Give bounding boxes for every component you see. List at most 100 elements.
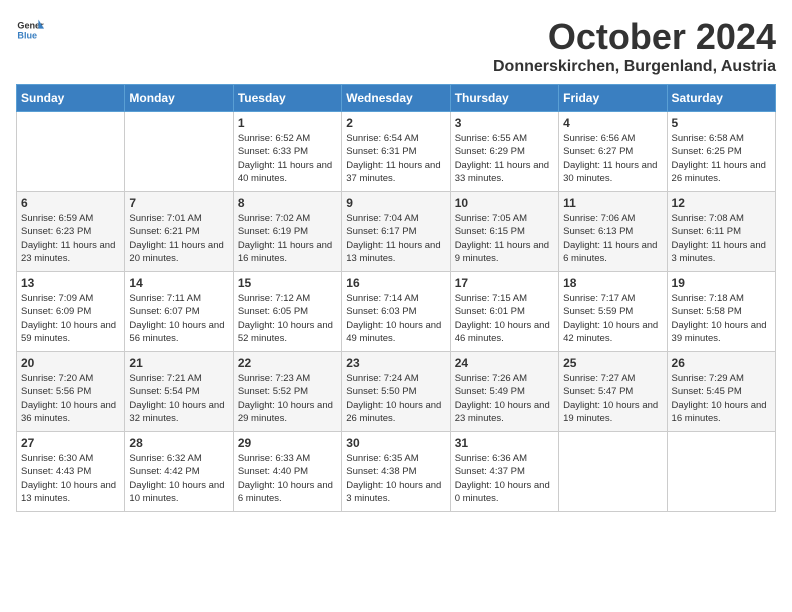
- day-cell: 1 Sunrise: 6:52 AM Sunset: 6:33 PM Daylig…: [233, 112, 341, 192]
- day-number: 7: [129, 196, 228, 210]
- day-number: 28: [129, 436, 228, 450]
- day-info: Sunrise: 6:33 AM Sunset: 4:40 PM Dayligh…: [238, 452, 337, 505]
- day-info: Sunrise: 7:23 AM Sunset: 5:52 PM Dayligh…: [238, 372, 337, 425]
- calendar-body: 1 Sunrise: 6:52 AM Sunset: 6:33 PM Daylig…: [17, 112, 776, 512]
- day-info: Sunrise: 7:08 AM Sunset: 6:11 PM Dayligh…: [672, 212, 771, 265]
- day-info: Sunrise: 7:26 AM Sunset: 5:49 PM Dayligh…: [455, 372, 554, 425]
- day-info: Sunrise: 7:05 AM Sunset: 6:15 PM Dayligh…: [455, 212, 554, 265]
- day-cell: 15 Sunrise: 7:12 AM Sunset: 6:05 PM Dayli…: [233, 272, 341, 352]
- day-number: 2: [346, 116, 445, 130]
- day-header-tuesday: Tuesday: [233, 85, 341, 112]
- day-cell: 14 Sunrise: 7:11 AM Sunset: 6:07 PM Dayli…: [125, 272, 233, 352]
- day-info: Sunrise: 6:30 AM Sunset: 4:43 PM Dayligh…: [21, 452, 120, 505]
- header: General Blue October 2024 Donnerskirchen…: [16, 16, 776, 76]
- day-number: 19: [672, 276, 771, 290]
- day-cell: 30 Sunrise: 6:35 AM Sunset: 4:38 PM Dayli…: [342, 432, 450, 512]
- day-number: 10: [455, 196, 554, 210]
- day-info: Sunrise: 6:55 AM Sunset: 6:29 PM Dayligh…: [455, 132, 554, 185]
- day-number: 24: [455, 356, 554, 370]
- day-number: 9: [346, 196, 445, 210]
- day-number: 21: [129, 356, 228, 370]
- day-cell: 27 Sunrise: 6:30 AM Sunset: 4:43 PM Dayli…: [17, 432, 125, 512]
- day-number: 31: [455, 436, 554, 450]
- day-number: 15: [238, 276, 337, 290]
- day-cell: 25 Sunrise: 7:27 AM Sunset: 5:47 PM Dayli…: [559, 352, 667, 432]
- day-info: Sunrise: 7:09 AM Sunset: 6:09 PM Dayligh…: [21, 292, 120, 345]
- day-info: Sunrise: 7:21 AM Sunset: 5:54 PM Dayligh…: [129, 372, 228, 425]
- day-number: 26: [672, 356, 771, 370]
- day-cell: 23Sunrise: 7:24 AM Sunset: 5:50 PM Dayli…: [342, 352, 450, 432]
- location-title: Donnerskirchen, Burgenland, Austria: [493, 58, 776, 76]
- day-cell: 20 Sunrise: 7:20 AM Sunset: 5:56 PM Dayli…: [17, 352, 125, 432]
- day-cell: 8Sunrise: 7:02 AM Sunset: 6:19 PM Daylig…: [233, 192, 341, 272]
- day-cell: 9 Sunrise: 7:04 AM Sunset: 6:17 PM Daylig…: [342, 192, 450, 272]
- day-number: 17: [455, 276, 554, 290]
- day-number: 12: [672, 196, 771, 210]
- day-info: Sunrise: 6:54 AM Sunset: 6:31 PM Dayligh…: [346, 132, 445, 185]
- day-info: Sunrise: 6:52 AM Sunset: 6:33 PM Dayligh…: [238, 132, 337, 185]
- day-info: Sunrise: 7:01 AM Sunset: 6:21 PM Dayligh…: [129, 212, 228, 265]
- day-number: 30: [346, 436, 445, 450]
- day-number: 4: [563, 116, 662, 130]
- day-info: Sunrise: 7:14 AM Sunset: 6:03 PM Dayligh…: [346, 292, 445, 345]
- calendar-table: SundayMondayTuesdayWednesdayThursdayFrid…: [16, 84, 776, 512]
- day-cell: [667, 432, 775, 512]
- day-header-thursday: Thursday: [450, 85, 558, 112]
- week-row-2: 6Sunrise: 6:59 AM Sunset: 6:23 PM Daylig…: [17, 192, 776, 272]
- week-row-4: 20 Sunrise: 7:20 AM Sunset: 5:56 PM Dayli…: [17, 352, 776, 432]
- day-number: 6: [21, 196, 120, 210]
- day-header-saturday: Saturday: [667, 85, 775, 112]
- day-number: 25: [563, 356, 662, 370]
- day-info: Sunrise: 7:20 AM Sunset: 5:56 PM Dayligh…: [21, 372, 120, 425]
- day-number: 8: [238, 196, 337, 210]
- day-cell: 28 Sunrise: 6:32 AM Sunset: 4:42 PM Dayli…: [125, 432, 233, 512]
- day-info: Sunrise: 7:17 AM Sunset: 5:59 PM Dayligh…: [563, 292, 662, 345]
- day-info: Sunrise: 6:32 AM Sunset: 4:42 PM Dayligh…: [129, 452, 228, 505]
- week-row-3: 13 Sunrise: 7:09 AM Sunset: 6:09 PM Dayli…: [17, 272, 776, 352]
- day-cell: 29 Sunrise: 6:33 AM Sunset: 4:40 PM Dayli…: [233, 432, 341, 512]
- day-number: 14: [129, 276, 228, 290]
- day-info: Sunrise: 6:35 AM Sunset: 4:38 PM Dayligh…: [346, 452, 445, 505]
- day-cell: [559, 432, 667, 512]
- day-cell: 17Sunrise: 7:15 AM Sunset: 6:01 PM Dayli…: [450, 272, 558, 352]
- day-number: 3: [455, 116, 554, 130]
- day-cell: 26 Sunrise: 7:29 AM Sunset: 5:45 PM Dayli…: [667, 352, 775, 432]
- day-cell: 6Sunrise: 6:59 AM Sunset: 6:23 PM Daylig…: [17, 192, 125, 272]
- day-cell: 4Sunrise: 6:56 AM Sunset: 6:27 PM Daylig…: [559, 112, 667, 192]
- day-number: 22: [238, 356, 337, 370]
- day-cell: 7 Sunrise: 7:01 AM Sunset: 6:21 PM Daylig…: [125, 192, 233, 272]
- day-cell: 19 Sunrise: 7:18 AM Sunset: 5:58 PM Dayli…: [667, 272, 775, 352]
- day-cell: 10 Sunrise: 7:05 AM Sunset: 6:15 PM Dayli…: [450, 192, 558, 272]
- day-number: 13: [21, 276, 120, 290]
- day-info: Sunrise: 7:18 AM Sunset: 5:58 PM Dayligh…: [672, 292, 771, 345]
- day-header-monday: Monday: [125, 85, 233, 112]
- week-row-5: 27 Sunrise: 6:30 AM Sunset: 4:43 PM Dayli…: [17, 432, 776, 512]
- day-cell: 31 Sunrise: 6:36 AM Sunset: 4:37 PM Dayli…: [450, 432, 558, 512]
- day-number: 1: [238, 116, 337, 130]
- day-cell: 18 Sunrise: 7:17 AM Sunset: 5:59 PM Dayli…: [559, 272, 667, 352]
- week-row-1: 1 Sunrise: 6:52 AM Sunset: 6:33 PM Daylig…: [17, 112, 776, 192]
- day-info: Sunrise: 6:36 AM Sunset: 4:37 PM Dayligh…: [455, 452, 554, 505]
- title-area: October 2024 Donnerskirchen, Burgenland,…: [493, 16, 776, 76]
- day-cell: 16Sunrise: 7:14 AM Sunset: 6:03 PM Dayli…: [342, 272, 450, 352]
- logo-icon: General Blue: [16, 16, 44, 44]
- day-number: 20: [21, 356, 120, 370]
- day-number: 27: [21, 436, 120, 450]
- day-cell: 3 Sunrise: 6:55 AM Sunset: 6:29 PM Daylig…: [450, 112, 558, 192]
- day-info: Sunrise: 7:04 AM Sunset: 6:17 PM Dayligh…: [346, 212, 445, 265]
- day-number: 18: [563, 276, 662, 290]
- day-info: Sunrise: 6:58 AM Sunset: 6:25 PM Dayligh…: [672, 132, 771, 185]
- day-info: Sunrise: 7:27 AM Sunset: 5:47 PM Dayligh…: [563, 372, 662, 425]
- logo: General Blue: [16, 16, 44, 44]
- day-info: Sunrise: 7:12 AM Sunset: 6:05 PM Dayligh…: [238, 292, 337, 345]
- day-cell: 24 Sunrise: 7:26 AM Sunset: 5:49 PM Dayli…: [450, 352, 558, 432]
- day-header-wednesday: Wednesday: [342, 85, 450, 112]
- day-info: Sunrise: 7:11 AM Sunset: 6:07 PM Dayligh…: [129, 292, 228, 345]
- day-number: 11: [563, 196, 662, 210]
- day-cell: [125, 112, 233, 192]
- day-cell: 11Sunrise: 7:06 AM Sunset: 6:13 PM Dayli…: [559, 192, 667, 272]
- day-info: Sunrise: 7:29 AM Sunset: 5:45 PM Dayligh…: [672, 372, 771, 425]
- day-info: Sunrise: 7:24 AM Sunset: 5:50 PM Dayligh…: [346, 372, 445, 425]
- svg-text:Blue: Blue: [17, 30, 37, 40]
- day-number: 29: [238, 436, 337, 450]
